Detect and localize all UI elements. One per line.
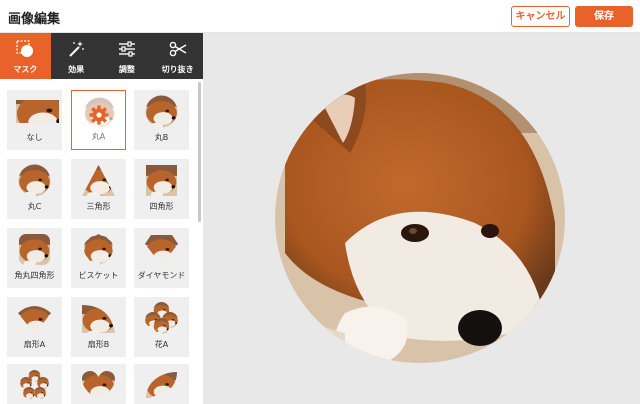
- mask-thumbnail: [145, 95, 178, 128]
- mask-panel: なし 丸A 丸B 丸C 三角形 四角形 角丸四角形 ビスケット ダイヤモンド 扇…: [0, 79, 203, 404]
- mask-label: 丸C: [27, 202, 42, 211]
- mask-thumbnail: [146, 165, 177, 196]
- mask-label: ビスケット: [78, 271, 119, 280]
- mask-tile-circle-a[interactable]: 丸A: [71, 90, 126, 150]
- mask-thumbnail: [145, 235, 178, 265]
- sliders-icon: [118, 41, 135, 57]
- mask-label: 丸B: [154, 133, 169, 142]
- mask-thumbnail: [18, 306, 51, 334]
- mask-tile[interactable]: [71, 364, 126, 404]
- mask-label: 四角形: [149, 202, 174, 211]
- mask-tile-fan-a[interactable]: 扇形A: [7, 297, 62, 357]
- mask-tile[interactable]: [134, 364, 189, 404]
- tab-adjust[interactable]: 調整: [102, 33, 153, 79]
- mask-label: ダイヤモンド: [137, 271, 186, 280]
- masked-photo: [275, 73, 565, 363]
- mask-label: 花A: [154, 340, 169, 349]
- mask-thumbnail: [82, 371, 115, 400]
- mask-label: 丸A: [91, 132, 106, 141]
- mask-label: 扇形B: [87, 340, 110, 349]
- mask-thumbnail: [146, 372, 177, 398]
- mask-thumbnail: [82, 165, 115, 196]
- image-canvas: [203, 33, 640, 404]
- mask-tile-circle-c[interactable]: 丸C: [7, 159, 62, 219]
- mask-thumbnail: [19, 234, 50, 265]
- tab-effects-label: 効果: [68, 65, 85, 74]
- tab-effects[interactable]: 効果: [51, 33, 102, 79]
- tab-crop[interactable]: 切り抜き: [152, 33, 203, 79]
- page-title: 画像編集: [8, 12, 61, 27]
- mask-tile-flower-a[interactable]: 花A: [134, 297, 189, 357]
- panel-scrollbar[interactable]: [198, 82, 201, 222]
- scissors-icon: [169, 41, 186, 57]
- mask-thumbnail: [18, 164, 51, 197]
- mask-tile-biscuit[interactable]: ビスケット: [71, 228, 126, 288]
- gear-icon: [89, 105, 109, 125]
- tab-crop-label: 切り抜き: [161, 65, 194, 74]
- mask-tile-none[interactable]: なし: [7, 90, 62, 150]
- edit-toolbar: マスク 効果 調整 切り抜き: [0, 33, 203, 79]
- mask-thumbnail: [20, 370, 49, 399]
- mask-tile-square[interactable]: 四角形: [134, 159, 189, 219]
- magic-wand-icon: [69, 41, 85, 57]
- mask-tile-diamond[interactable]: ダイヤモンド: [134, 228, 189, 288]
- mask-tile-fan-b[interactable]: 扇形B: [71, 297, 126, 357]
- mask-label: なし: [26, 133, 43, 142]
- mask-tile-rounded-square[interactable]: 角丸四角形: [7, 228, 62, 288]
- mask-tile[interactable]: [7, 364, 62, 404]
- save-button[interactable]: 保存: [575, 6, 633, 27]
- tab-mask[interactable]: マスク: [0, 33, 51, 79]
- mask-label: 扇形A: [23, 340, 46, 349]
- mask-thumbnail: [16, 100, 59, 123]
- mask-icon: [16, 40, 34, 57]
- mask-label: 三角形: [86, 202, 111, 211]
- tab-mask-label: マスク: [13, 65, 38, 74]
- mask-tile-circle-b[interactable]: 丸B: [134, 90, 189, 150]
- mask-thumbnail: [145, 302, 178, 334]
- cancel-button[interactable]: キャンセル: [511, 6, 570, 27]
- mask-label: 角丸四角形: [14, 271, 55, 280]
- mask-thumbnail: [84, 234, 113, 265]
- mask-thumbnail: [82, 305, 115, 333]
- app-header: 画像編集 キャンセル 保存: [0, 0, 640, 33]
- mask-tile-triangle[interactable]: 三角形: [71, 159, 126, 219]
- tab-adjust-label: 調整: [118, 65, 135, 74]
